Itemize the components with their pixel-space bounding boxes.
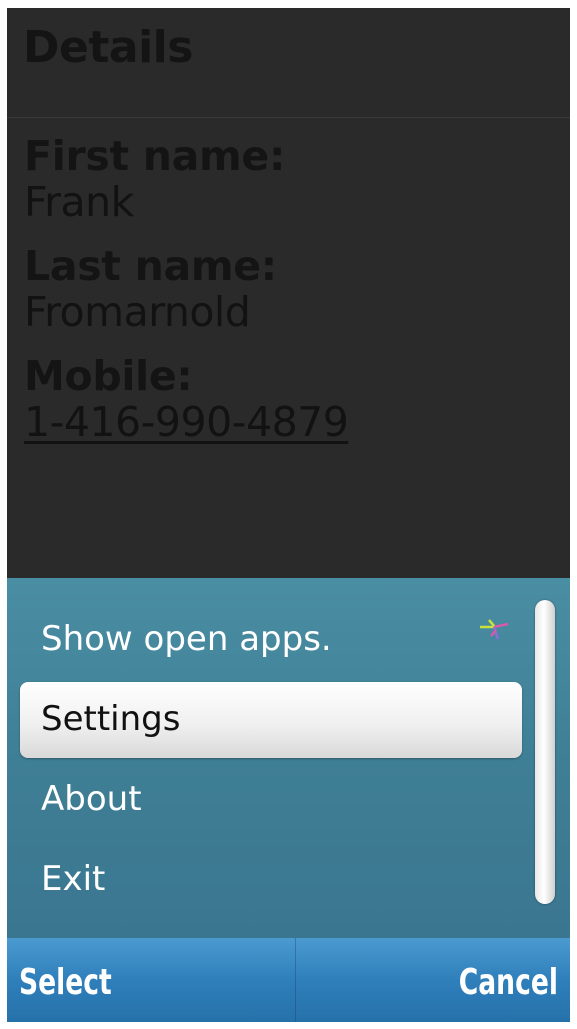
first-name-value: Frank [24,178,134,226]
first-name-label: First name: [24,132,286,180]
page-title: Details [23,22,193,73]
mobile-label: Mobile: [24,352,193,400]
last-name-value: Fromarnold [24,288,251,336]
options-menu: Show open apps. Settings About Exit [7,578,570,938]
softkey-bar: Select Cancel [7,938,570,1022]
last-name-label: Last name: [24,242,277,290]
menu-item-show-open-apps[interactable]: Show open apps. [20,602,522,678]
menu-item-label: Show open apps. [41,619,332,659]
contact-details: First name: Frank Last name: Fromarnold … [24,132,564,462]
select-softkey[interactable]: Select [19,962,112,1003]
menu-item-label: Exit [41,859,106,899]
cancel-softkey[interactable]: Cancel [459,962,558,1003]
title-bar: Details [7,8,570,118]
softkey-divider [295,938,296,1022]
menu-item-about[interactable]: About [20,762,522,838]
menu-item-label: About [41,779,142,819]
task-swapper-icon [480,619,509,640]
menu-scrollbar[interactable] [535,600,555,904]
menu-item-exit[interactable]: Exit [20,842,522,918]
phone-screen: Details First name: Frank Last name: Fro… [7,8,570,1022]
mobile-number-link[interactable]: 1-416-990-4879 [24,400,564,444]
menu-item-label: Settings [41,699,181,739]
menu-item-settings[interactable]: Settings [20,682,522,758]
